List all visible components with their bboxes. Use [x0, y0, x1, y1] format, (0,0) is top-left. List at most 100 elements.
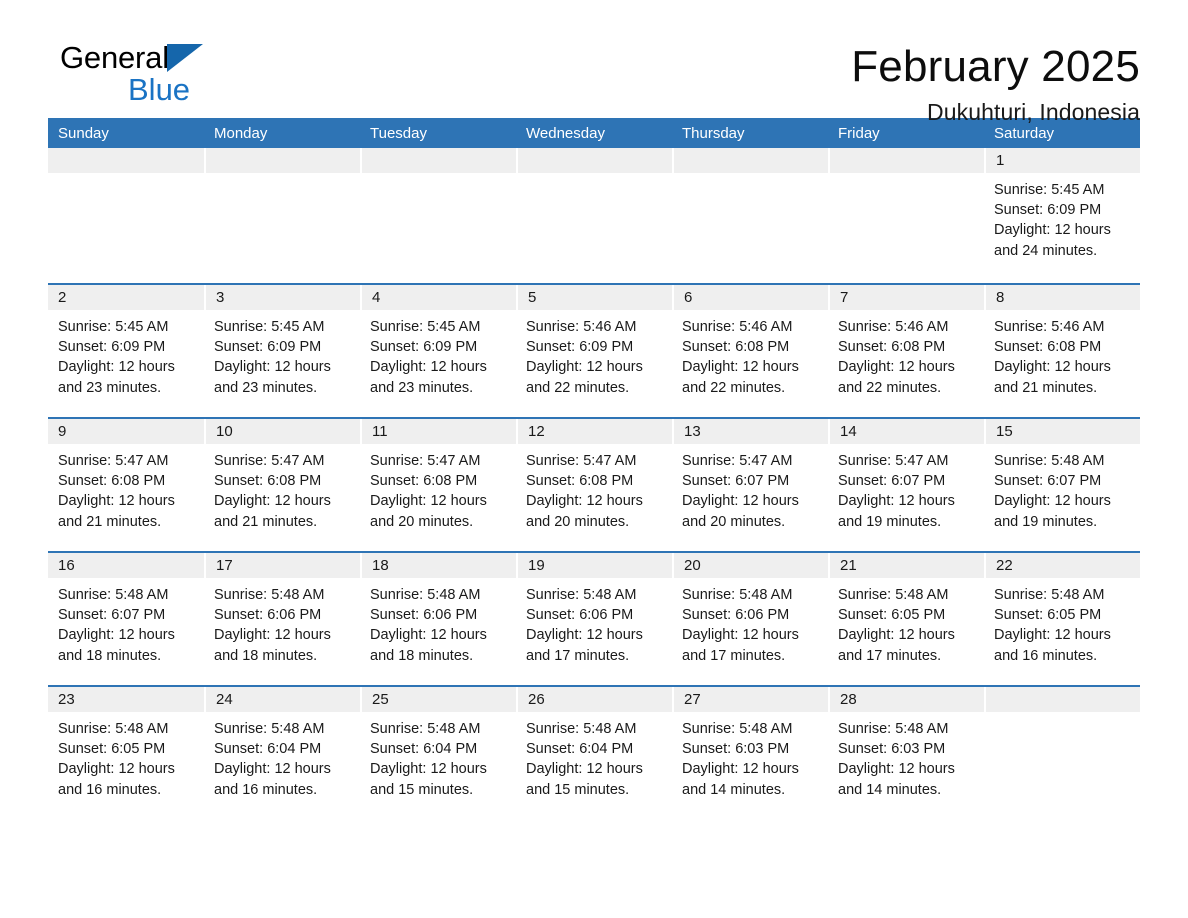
day-details: Sunrise: 5:48 AM Sunset: 6:04 PM Daylight:… [360, 712, 516, 800]
daylight-text-line2: and 18 minutes. [214, 647, 318, 664]
day-number: 13 [672, 419, 828, 444]
logo-text-blue: Blue [128, 72, 191, 107]
calendar-day-cell[interactable]: 20 Sunrise: 5:48 AM Sunset: 6:06 PM Dayligh… [672, 553, 828, 685]
calendar-day-cell[interactable]: 16 Sunrise: 5:48 AM Sunset: 6:07 PM Dayligh… [48, 553, 204, 685]
daylight-text-line2: and 16 minutes. [994, 647, 1098, 664]
calendar-day-cell[interactable]: 11 Sunrise: 5:47 AM Sunset: 6:08 PM Dayligh… [360, 419, 516, 551]
sunset-text: Sunset: 6:05 PM [58, 741, 166, 758]
weekday-sunday: Sunday [58, 124, 109, 142]
sunset-text: Sunset: 6:09 PM [58, 339, 166, 356]
day-details: Sunrise: 5:47 AM Sunset: 6:08 PM Daylight:… [48, 444, 204, 532]
calendar-day-cell[interactable]: 8 Sunrise: 5:46 AM Sunset: 6:08 PM Daylight… [984, 285, 1140, 417]
day-details: Sunrise: 5:48 AM Sunset: 6:06 PM Daylight:… [672, 578, 828, 666]
sunrise-text: Sunrise: 5:48 AM [682, 721, 793, 737]
day-number: 5 [516, 285, 672, 310]
calendar-day-cell[interactable]: 22 Sunrise: 5:48 AM Sunset: 6:05 PM Dayligh… [984, 553, 1140, 685]
calendar-day-cell[interactable]: 17 Sunrise: 5:48 AM Sunset: 6:06 PM Dayligh… [204, 553, 360, 685]
sunset-text: Sunset: 6:08 PM [682, 339, 790, 356]
calendar-day-cell[interactable]: 6 Sunrise: 5:46 AM Sunset: 6:08 PM Daylight… [672, 285, 828, 417]
day-details: Sunrise: 5:46 AM Sunset: 6:09 PM Daylight:… [516, 310, 672, 398]
calendar-day-cell[interactable]: 10 Sunrise: 5:47 AM Sunset: 6:08 PM Dayligh… [204, 419, 360, 551]
day-details: Sunrise: 5:47 AM Sunset: 6:08 PM Daylight:… [516, 444, 672, 532]
sunrise-text: Sunrise: 5:47 AM [214, 453, 325, 469]
day-details: Sunrise: 5:47 AM Sunset: 6:08 PM Daylight:… [360, 444, 516, 532]
calendar-day-cell[interactable]: 19 Sunrise: 5:48 AM Sunset: 6:06 PM Dayligh… [516, 553, 672, 685]
sunrise-text: Sunrise: 5:48 AM [58, 587, 169, 603]
day-number [516, 148, 672, 173]
day-details: Sunrise: 5:46 AM Sunset: 6:08 PM Daylight:… [672, 310, 828, 398]
day-details: Sunrise: 5:48 AM Sunset: 6:05 PM Daylight:… [828, 578, 984, 666]
calendar-day-cell[interactable]: 13 Sunrise: 5:47 AM Sunset: 6:07 PM Dayligh… [672, 419, 828, 551]
daylight-text-line1: Daylight: 12 hours [838, 359, 955, 376]
daylight-text-line2: and 23 minutes. [214, 379, 318, 396]
day-number: 7 [828, 285, 984, 310]
sunset-text: Sunset: 6:09 PM [370, 339, 478, 356]
title-block: February 2025 Dukuhturi, Indonesia [851, 42, 1140, 126]
daylight-text-line1: Daylight: 12 hours [838, 761, 955, 778]
daylight-text-line1: Daylight: 12 hours [214, 627, 331, 644]
sunrise-text: Sunrise: 5:48 AM [994, 453, 1105, 469]
calendar-day-cell[interactable]: 21 Sunrise: 5:48 AM Sunset: 6:05 PM Dayligh… [828, 553, 984, 685]
calendar-day-cell[interactable]: 3 Sunrise: 5:45 AM Sunset: 6:09 PM Daylight… [204, 285, 360, 417]
logo-text-general: General [60, 40, 169, 75]
calendar-day-cell[interactable]: 5 Sunrise: 5:46 AM Sunset: 6:09 PM Daylight… [516, 285, 672, 417]
daylight-text-line1: Daylight: 12 hours [214, 359, 331, 376]
daylight-text-line1: Daylight: 12 hours [58, 627, 175, 644]
day-number [48, 148, 204, 173]
page-title: February 2025 [851, 42, 1140, 91]
sunset-text: Sunset: 6:07 PM [838, 473, 946, 490]
daylight-text-line2: and 16 minutes. [214, 781, 318, 798]
day-details: Sunrise: 5:48 AM Sunset: 6:07 PM Daylight:… [48, 578, 204, 666]
daylight-text-line2: and 14 minutes. [682, 781, 786, 798]
sunrise-text: Sunrise: 5:47 AM [838, 453, 949, 469]
daylight-text-line2: and 23 minutes. [58, 379, 162, 396]
sunrise-text: Sunrise: 5:48 AM [682, 587, 793, 603]
calendar-day-cell[interactable]: 4 Sunrise: 5:45 AM Sunset: 6:09 PM Daylight… [360, 285, 516, 417]
calendar-day-cell[interactable]: 2 Sunrise: 5:45 AM Sunset: 6:09 PM Daylight… [48, 285, 204, 417]
daylight-text-line2: and 24 minutes. [994, 242, 1098, 259]
calendar-day-cell[interactable]: 28 Sunrise: 5:48 AM Sunset: 6:03 PM Dayligh… [828, 687, 984, 819]
sunset-text: Sunset: 6:07 PM [58, 607, 166, 624]
day-number: 8 [984, 285, 1140, 310]
calendar-day-cell[interactable]: 18 Sunrise: 5:48 AM Sunset: 6:06 PM Dayligh… [360, 553, 516, 685]
sunset-text: Sunset: 6:08 PM [214, 473, 322, 490]
sunset-text: Sunset: 6:06 PM [682, 607, 790, 624]
sunset-text: Sunset: 6:04 PM [370, 741, 478, 758]
sunset-text: Sunset: 6:03 PM [838, 741, 946, 758]
daylight-text-line2: and 20 minutes. [370, 513, 474, 530]
calendar-day-cell[interactable]: 14 Sunrise: 5:47 AM Sunset: 6:07 PM Dayligh… [828, 419, 984, 551]
page-subtitle: Dukuhturi, Indonesia [927, 99, 1140, 126]
daylight-text-line1: Daylight: 12 hours [58, 359, 175, 376]
calendar-day-cell[interactable]: 1 Sunrise: 5:45 AM Sunset: 6:09 PM Daylight… [984, 148, 1140, 283]
calendar-day-cell[interactable]: 25 Sunrise: 5:48 AM Sunset: 6:04 PM Dayligh… [360, 687, 516, 819]
sunrise-text: Sunrise: 5:46 AM [838, 319, 949, 335]
sunrise-text: Sunrise: 5:48 AM [214, 721, 325, 737]
page-header: General Blue February 2025 Dukuhturi, In… [48, 0, 1140, 125]
calendar-day-cell[interactable]: 7 Sunrise: 5:46 AM Sunset: 6:08 PM Daylight… [828, 285, 984, 417]
calendar-day-cell[interactable]: 23 Sunrise: 5:48 AM Sunset: 6:05 PM Dayligh… [48, 687, 204, 819]
calendar-day-cell[interactable]: 27 Sunrise: 5:48 AM Sunset: 6:03 PM Dayligh… [672, 687, 828, 819]
calendar-day-cell[interactable]: 9 Sunrise: 5:47 AM Sunset: 6:08 PM Daylight… [48, 419, 204, 551]
calendar-day-cell[interactable]: 26 Sunrise: 5:48 AM Sunset: 6:04 PM Dayligh… [516, 687, 672, 819]
daylight-text-line2: and 17 minutes. [526, 647, 630, 664]
sunset-text: Sunset: 6:06 PM [370, 607, 478, 624]
daylight-text-line1: Daylight: 12 hours [994, 493, 1111, 510]
daylight-text-line1: Daylight: 12 hours [526, 493, 643, 510]
calendar-day-cell-empty [48, 148, 204, 283]
sunrise-text: Sunrise: 5:48 AM [214, 587, 325, 603]
calendar-page: General Blue February 2025 Dukuhturi, In… [0, 0, 1188, 918]
sunrise-text: Sunrise: 5:47 AM [370, 453, 481, 469]
calendar-day-cell[interactable]: 12 Sunrise: 5:47 AM Sunset: 6:08 PM Dayligh… [516, 419, 672, 551]
sunrise-text: Sunrise: 5:45 AM [994, 182, 1105, 198]
day-number: 28 [828, 687, 984, 712]
day-details: Sunrise: 5:48 AM Sunset: 6:03 PM Daylight:… [828, 712, 984, 800]
calendar-day-cell[interactable]: 15 Sunrise: 5:48 AM Sunset: 6:07 PM Dayligh… [984, 419, 1140, 551]
daylight-text-line1: Daylight: 12 hours [370, 493, 487, 510]
logo-triangle-icon [166, 44, 203, 72]
calendar-day-cell[interactable]: 24 Sunrise: 5:48 AM Sunset: 6:04 PM Dayligh… [204, 687, 360, 819]
day-number: 15 [984, 419, 1140, 444]
sunset-text: Sunset: 6:09 PM [526, 339, 634, 356]
sunset-text: Sunset: 6:08 PM [526, 473, 634, 490]
calendar-day-cell-empty [516, 148, 672, 283]
daylight-text-line2: and 16 minutes. [58, 781, 162, 798]
